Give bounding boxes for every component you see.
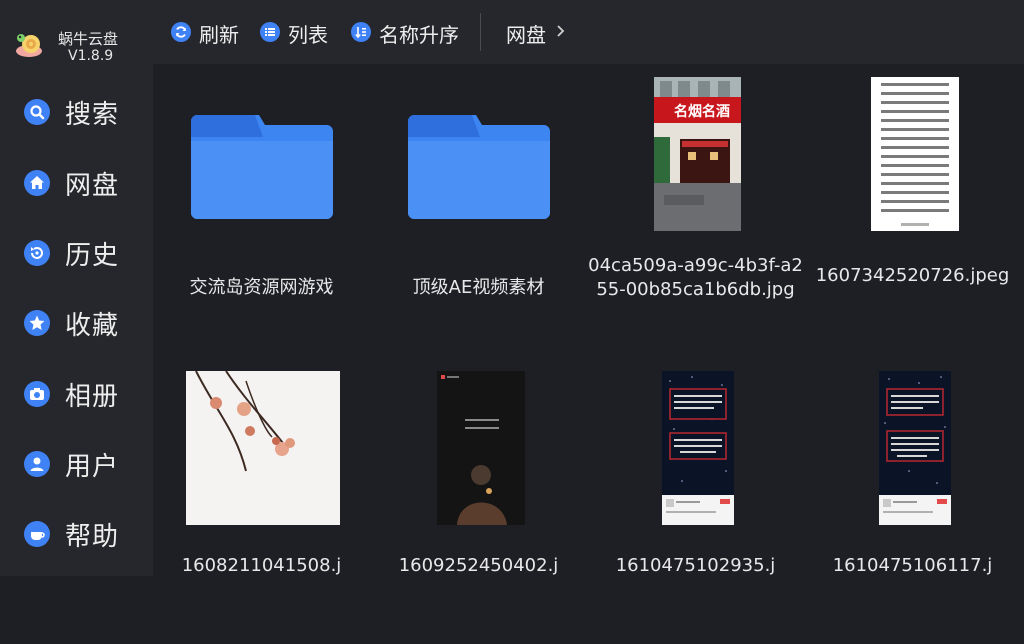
file-tile-image[interactable]: 1610475106117.j (804, 354, 1021, 644)
user-icon (24, 451, 50, 477)
refresh-icon (171, 22, 191, 42)
sidebar-item-user[interactable]: 用户 (0, 436, 153, 492)
plum-blossom-thumbnail (186, 371, 340, 525)
toolbar: 刷新 列表 名称升序 网盘 (153, 0, 1024, 64)
search-icon (24, 99, 50, 125)
file-tile-image[interactable]: 1608211041508.j (153, 354, 370, 644)
file-name: 顶级AE视频素材 (412, 277, 545, 298)
app-name: 蜗牛云盘 (58, 30, 119, 48)
file-name: 04ca509a-a99c-4b3f-a255-00b85ca1b6db.jpg (588, 255, 803, 300)
sidebar-item-album[interactable]: 相册 (0, 366, 153, 422)
file-tile-image[interactable]: 名烟名酒 04ca509a-a99c-4b3f-a255-00b85ca1b6d… (587, 64, 804, 354)
refresh-label: 刷新 (199, 23, 239, 47)
file-name: 1608211041508.j (181, 555, 342, 576)
folder-icon (191, 115, 333, 219)
sidebar-item-label: 收藏 (65, 311, 120, 341)
shop-photo-thumbnail: 名烟名酒 (654, 77, 741, 231)
sidebar: 蜗牛云盘 V1.8.9 搜索 网盘 历史 收藏 相册 用户 帮助 (0, 0, 153, 576)
breadcrumb-netdisk[interactable]: 网盘 (506, 19, 546, 48)
starry-poster-thumbnail (879, 371, 951, 525)
file-name: 1610475106117.j (832, 555, 993, 576)
file-name: 1607342520726.jpeg (815, 265, 1010, 286)
file-tile-image[interactable]: 1610475102935.j (587, 354, 804, 644)
chevron-right-icon (557, 25, 565, 37)
sidebar-item-favorites[interactable]: 收藏 (0, 295, 153, 351)
sort-ascending-icon (351, 22, 371, 42)
list-label: 列表 (288, 23, 328, 47)
starry-poster-thumbnail (662, 371, 734, 525)
sidebar-item-label: 用户 (65, 452, 120, 482)
text-document-thumbnail (871, 77, 959, 231)
file-tile-folder[interactable]: 交流岛资源网游戏 (153, 64, 370, 354)
file-tile-image[interactable]: 1607342520726.jpeg (804, 64, 1021, 354)
sidebar-item-label: 搜索 (65, 100, 120, 130)
sidebar-item-netdisk[interactable]: 网盘 (0, 155, 153, 211)
list-icon (260, 22, 280, 42)
sidebar-item-help[interactable]: 帮助 (0, 506, 153, 562)
history-icon (24, 240, 50, 266)
folder-icon (408, 115, 550, 219)
file-grid: 交流岛资源网游戏 顶级AE视频素材 名烟名酒 04ca509a-a99c-4b3… (153, 64, 1024, 576)
refresh-button[interactable]: 刷新 (171, 18, 251, 47)
snail-logo-icon (16, 34, 42, 57)
sidebar-item-label: 网盘 (65, 171, 120, 201)
app-brand: 蜗牛云盘 V1.8.9 (14, 26, 144, 68)
poster-portrait-thumbnail (437, 371, 525, 525)
file-name: 交流岛资源网游戏 (189, 277, 334, 298)
sidebar-item-label: 相册 (65, 382, 120, 412)
star-icon (24, 310, 50, 336)
sidebar-item-label: 帮助 (65, 522, 120, 552)
sidebar-item-history[interactable]: 历史 (0, 225, 153, 281)
file-tile-image[interactable]: 1609252450402.j (370, 354, 587, 644)
list-view-button[interactable]: 列表 (260, 18, 340, 47)
file-tile-folder[interactable]: 顶级AE视频素材 (370, 64, 587, 354)
sidebar-item-search[interactable]: 搜索 (0, 84, 153, 140)
sort-button[interactable]: 名称升序 (351, 18, 471, 47)
svg-text:名烟名酒: 名烟名酒 (674, 103, 730, 120)
camera-icon (24, 381, 50, 407)
help-icon (24, 521, 50, 547)
toolbar-divider (480, 13, 481, 51)
app-version: V1.8.9 (68, 48, 114, 64)
file-name: 1609252450402.j (398, 555, 559, 576)
home-icon (24, 170, 50, 196)
sort-label: 名称升序 (379, 23, 459, 47)
file-name: 1610475102935.j (615, 555, 776, 576)
sidebar-item-label: 历史 (65, 241, 120, 271)
